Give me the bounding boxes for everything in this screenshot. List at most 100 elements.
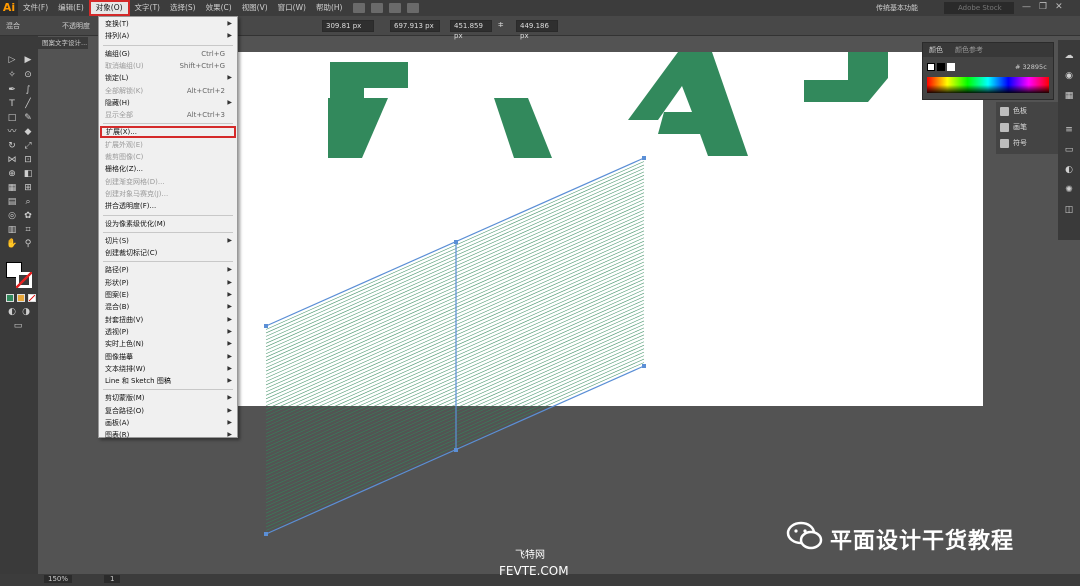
transparency-panel-icon[interactable]: ◐ <box>1063 164 1075 176</box>
bridge-icon[interactable] <box>353 3 366 13</box>
pencil-tool-icon[interactable]: ✎ <box>22 112 34 124</box>
direct-selection-tool-icon[interactable]: ▶ <box>22 54 34 66</box>
object-menu-item[interactable]: 剪切蒙版(M) ▶ <box>99 392 237 404</box>
hand-tool-icon[interactable]: ✋ <box>6 238 18 250</box>
black-swatch[interactable] <box>937 63 945 71</box>
object-menu-item[interactable]: 透视(P) ▶ <box>99 326 237 338</box>
object-menu-item[interactable]: 复合路径(O) ▶ <box>99 405 237 417</box>
object-menu-item[interactable]: 栅格化(Z)... <box>99 163 237 175</box>
object-menu-item[interactable]: 锁定(L) ▶ <box>99 72 237 84</box>
object-menu-item[interactable]: 扩展(X)... <box>100 126 236 139</box>
eyedropper-tool-icon[interactable]: ⌕ <box>22 196 34 208</box>
swatches-item[interactable]: 色板 <box>1000 106 1027 116</box>
perspective-grid-tool-icon[interactable]: ▦ <box>6 182 18 194</box>
object-menu-item[interactable]: 扩展外观(E) <box>99 139 237 151</box>
white-swatch[interactable] <box>947 63 955 71</box>
creative-cloud-icon[interactable]: ☁ <box>1063 50 1075 62</box>
paintbrush-tool-icon[interactable]: 〰 <box>6 126 18 138</box>
appearance-panel-icon[interactable]: ✺ <box>1063 184 1075 196</box>
screen-mode-icon[interactable]: ▭ <box>12 320 24 332</box>
live-paint-tool-icon[interactable]: ◧ <box>22 168 34 180</box>
fill-swatch[interactable] <box>927 63 935 71</box>
object-menu-item[interactable]: 显示全部 Alt+Ctrl+3 <box>99 109 237 121</box>
object-menu-item[interactable]: 设为像素级优化(M) <box>99 218 237 230</box>
object-menu-item[interactable]: 编组(G) Ctrl+G <box>99 48 237 60</box>
tab-color[interactable]: 颜色 <box>923 45 949 55</box>
artboard-number[interactable]: 1 <box>104 575 121 583</box>
object-menu-item[interactable]: 创建对象马赛克(J)... <box>99 188 237 200</box>
green-letterforms[interactable] <box>328 52 888 158</box>
gradient-mode-icon[interactable] <box>17 294 25 302</box>
color-panel-icon[interactable]: ◉ <box>1063 70 1075 82</box>
gradient-tool-icon[interactable]: ▤ <box>6 196 18 208</box>
menu-4[interactable]: 选择(S) <box>165 0 201 16</box>
object-menu-item[interactable]: 图像描摹 ▶ <box>99 351 237 363</box>
width-tool-icon[interactable]: ⋈ <box>6 154 18 166</box>
color-guide-icon[interactable]: ▦ <box>1063 90 1075 102</box>
object-menu-item[interactable]: 取消编组(U) Shift+Ctrl+G <box>99 60 237 72</box>
line-tool-icon[interactable]: ╱ <box>22 98 34 110</box>
object-menu-item[interactable]: 拼合透明度(F)... <box>99 200 237 212</box>
object-menu-item[interactable]: 全部解锁(K) Alt+Ctrl+2 <box>99 85 237 97</box>
object-menu-item[interactable]: 创建渐变网格(D)... <box>99 176 237 188</box>
mesh-tool-icon[interactable]: ⊞ <box>22 182 34 194</box>
rotate-tool-icon[interactable]: ↻ <box>6 140 18 152</box>
curvature-tool-icon[interactable]: ∫ <box>22 84 34 96</box>
document-tab[interactable]: 图案文字设计... <box>38 37 88 49</box>
arrange-icon[interactable] <box>389 3 402 13</box>
menu-5[interactable]: 效果(C) <box>201 0 237 16</box>
stroke-panel-icon[interactable]: ≡ <box>1063 124 1075 136</box>
layers-panel-icon[interactable]: ◫ <box>1063 204 1075 216</box>
restore-button[interactable]: ❐ <box>1039 2 1047 12</box>
color-spectrum[interactable] <box>927 77 1049 93</box>
magic-wand-tool-icon[interactable]: ✧ <box>6 69 18 81</box>
fill-stroke-swatches[interactable] <box>6 262 32 288</box>
zoom-tool-icon[interactable]: ⚲ <box>22 238 34 250</box>
object-menu-item[interactable]: 变换(T) ▶ <box>99 18 237 30</box>
opacity-label[interactable]: 不透明度 <box>62 21 90 31</box>
none-mode-icon[interactable] <box>28 294 36 302</box>
object-menu-item[interactable]: 封套扭曲(V) ▶ <box>99 314 237 326</box>
object-menu-item[interactable]: 隐藏(H) ▶ <box>99 97 237 109</box>
object-menu-item[interactable]: 文本绕排(W) ▶ <box>99 363 237 375</box>
stock-search-input[interactable]: Adobe Stock <box>944 2 1014 14</box>
object-menu-item[interactable]: 图表(R) ▶ <box>99 429 237 441</box>
artboard[interactable] <box>238 52 983 406</box>
menu-1[interactable]: 编辑(E) <box>53 0 89 16</box>
pen-tool-icon[interactable]: ✒ <box>6 84 18 96</box>
constrain-icon[interactable]: ⵐ <box>498 21 503 29</box>
menu-3[interactable]: 文字(T) <box>130 0 165 16</box>
object-menu-item[interactable]: 创建裁切标记(C) <box>99 247 237 259</box>
selection-tool-icon[interactable]: ▷ <box>6 54 18 66</box>
zoom-select[interactable]: 150% <box>44 575 73 583</box>
gradient-panel-icon[interactable]: ▭ <box>1063 144 1075 156</box>
object-menu-item[interactable]: 切片(S) ▶ <box>99 235 237 247</box>
object-menu-item[interactable]: 排列(A) ▶ <box>99 30 237 42</box>
gpu-icon[interactable] <box>407 3 420 13</box>
height-field[interactable]: 449.186 px <box>516 20 558 40</box>
tab-color-guide[interactable]: 颜色参考 <box>949 45 989 55</box>
draw-mode-icon[interactable]: ◐ <box>6 306 18 318</box>
shape-builder-tool-icon[interactable]: ⊕ <box>6 168 18 180</box>
menu-2[interactable]: 对象(O) <box>88 0 130 16</box>
workspace-switcher[interactable]: 传统基本功能 <box>876 3 918 13</box>
x-field[interactable]: 309.81 px <box>322 20 374 32</box>
stock-icon[interactable] <box>371 3 384 13</box>
minimize-button[interactable]: — <box>1022 2 1031 12</box>
scale-tool-icon[interactable]: ⤢ <box>22 140 34 152</box>
color-mode-icon[interactable] <box>6 294 14 302</box>
symbols-item[interactable]: 符号 <box>1000 138 1027 148</box>
blend-tool-icon[interactable]: ◎ <box>6 210 18 222</box>
menu-7[interactable]: 窗口(W) <box>273 0 311 16</box>
brushes-item[interactable]: 画笔 <box>1000 122 1027 132</box>
y-field[interactable]: 697.913 px <box>390 20 440 32</box>
artboard-tool-icon[interactable]: ⌗ <box>22 224 34 236</box>
draw-behind-icon[interactable]: ◑ <box>20 306 32 318</box>
rectangle-tool-icon[interactable]: □ <box>6 112 18 124</box>
close-button[interactable]: ✕ <box>1055 2 1063 12</box>
object-menu-item[interactable]: 画板(A) ▶ <box>99 417 237 429</box>
object-menu-item[interactable]: 路径(P) ▶ <box>99 264 237 276</box>
width-field[interactable]: 451.859 px <box>450 20 492 40</box>
type-tool-icon[interactable]: T <box>6 98 18 110</box>
graph-tool-icon[interactable]: ▥ <box>6 224 18 236</box>
